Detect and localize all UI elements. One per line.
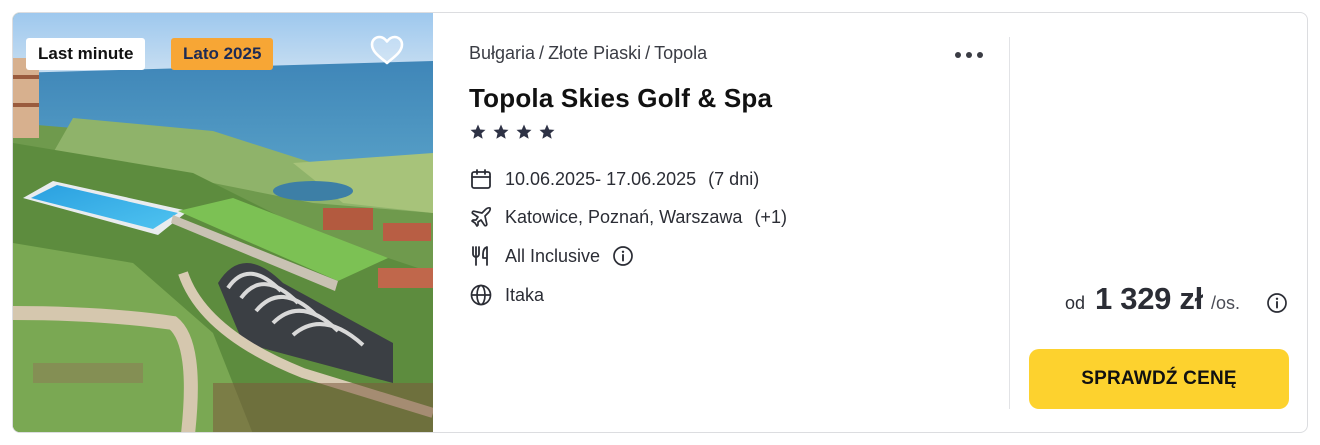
star-icon bbox=[516, 124, 532, 139]
more-airports-count[interactable]: (+1) bbox=[754, 207, 787, 228]
calendar-icon bbox=[469, 167, 493, 191]
star-icon bbox=[470, 124, 486, 139]
season-badge: Lato 2025 bbox=[171, 38, 274, 70]
heart-icon bbox=[370, 35, 404, 65]
offer-info: Bułgaria / Złote Piaski / Topola Topola Skie… bbox=[469, 13, 989, 432]
info-icon bbox=[613, 246, 633, 266]
dates-row: 10.06.2025- 17.06.2025 (7 dni) bbox=[469, 167, 759, 191]
breadcrumb-separator: / bbox=[539, 43, 545, 63]
offer-card[interactable]: Last minute Lato 2025 Bułgaria / Złote Pia… bbox=[12, 12, 1308, 433]
breadcrumb-separator: / bbox=[645, 43, 651, 63]
plane-icon bbox=[469, 205, 493, 229]
tour-operator: Itaka bbox=[505, 284, 545, 305]
hotel-photo-illustration bbox=[13, 13, 433, 432]
star-icon bbox=[493, 124, 509, 139]
operator-row: Itaka bbox=[469, 283, 544, 307]
price-amount: 1 329 zł bbox=[1095, 281, 1203, 316]
departure-row: Katowice, Poznań, Warszawa (+1) bbox=[469, 205, 787, 229]
breadcrumb: Bułgaria / Złote Piaski / Topola bbox=[469, 43, 707, 64]
info-icon bbox=[1267, 293, 1287, 313]
breadcrumb-country[interactable]: Bułgaria bbox=[469, 43, 535, 63]
trip-duration: (7 dni) bbox=[708, 168, 760, 189]
departure-airports: Katowice, Poznań, Warszawa bbox=[505, 206, 743, 227]
cutlery-icon bbox=[469, 244, 493, 268]
board-type: All Inclusive bbox=[505, 245, 601, 266]
board-info-button[interactable] bbox=[612, 245, 634, 267]
globe-icon bbox=[469, 283, 493, 307]
favorite-button[interactable] bbox=[370, 35, 410, 73]
travel-dates: 10.06.2025- 17.06.2025 bbox=[505, 168, 697, 189]
more-dots-icon bbox=[977, 52, 983, 58]
column-divider bbox=[1009, 37, 1010, 409]
breadcrumb-region[interactable]: Złote Piaski bbox=[548, 43, 641, 63]
more-dots-icon bbox=[955, 52, 961, 58]
last-minute-badge: Last minute bbox=[26, 38, 146, 70]
check-price-button[interactable]: SPRAWDŹ CENĘ bbox=[1029, 349, 1289, 409]
hotel-photo[interactable]: Last minute Lato 2025 bbox=[13, 13, 433, 432]
hotel-name[interactable]: Topola Skies Golf & Spa bbox=[469, 83, 772, 114]
price-from-label: od bbox=[1065, 293, 1086, 313]
breadcrumb-city[interactable]: Topola bbox=[654, 43, 707, 63]
hotel-rating-stars bbox=[469, 123, 556, 141]
board-row: All Inclusive bbox=[469, 244, 634, 268]
price-info-button[interactable] bbox=[1266, 292, 1288, 319]
more-dots-icon bbox=[966, 52, 972, 58]
star-icon bbox=[539, 124, 555, 139]
price-block: od 1 329 zł /os. bbox=[1065, 281, 1240, 317]
price-per-person: /os. bbox=[1210, 293, 1240, 313]
more-options-button[interactable] bbox=[951, 43, 987, 67]
